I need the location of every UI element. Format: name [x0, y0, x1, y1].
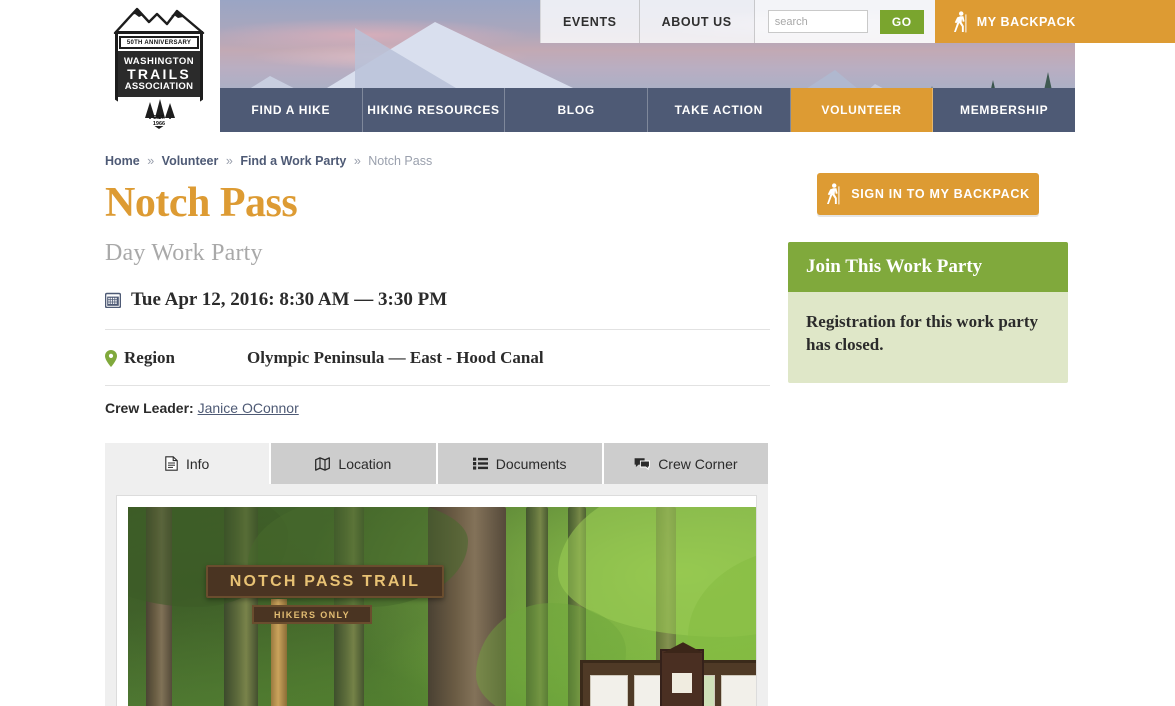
wta-logo[interactable]: 50TH ANNIVERSARY WASHINGTON TRAILS ASSOC… [105, 3, 213, 131]
search-area: GO [754, 0, 935, 43]
nav-item-take-action[interactable]: TAKE ACTION [648, 88, 791, 132]
sidebar-column: SIGN IN TO MY BACKPACK Join This Work Pa… [788, 173, 1068, 383]
nav-item-find-a-hike[interactable]: FIND A HIKE [220, 88, 363, 132]
join-card-body: Registration for this work party has clo… [788, 292, 1068, 383]
join-card-heading: Join This Work Party [788, 242, 1068, 292]
logo-established-text: EST. 1966 [152, 115, 166, 128]
map-icon [315, 456, 331, 471]
calendar-icon [105, 292, 121, 309]
logo-line-association: ASSOCIATION [124, 81, 194, 92]
search-input[interactable] [767, 10, 868, 33]
kiosk-panel [590, 675, 628, 706]
work-party-photo: NOTCH PASS TRAIL HIKERS ONLY [128, 507, 756, 706]
trail-sign-main: NOTCH PASS TRAIL [206, 565, 444, 599]
breadcrumb-separator: » [225, 154, 233, 168]
trail-register-box [660, 649, 704, 706]
region-label: Region [124, 348, 175, 368]
work-party-photo-frame: NOTCH PASS TRAIL HIKERS ONLY [116, 495, 757, 706]
comments-icon [634, 457, 651, 471]
tab-info-label: Info [185, 455, 210, 472]
top-utility-bar: EVENTS ABOUT US GO MY BACKPACK [540, 0, 1175, 43]
region-label-group: Region [105, 348, 247, 368]
breadcrumb-separator: » [353, 154, 361, 168]
nav-item-hiking-resources[interactable]: HIKING RESOURCES [362, 88, 506, 132]
tab-documents[interactable]: Documents [437, 443, 604, 485]
breadcrumb-item-home[interactable]: Home [105, 154, 140, 168]
tab-info[interactable]: Info [105, 443, 272, 485]
tab-location[interactable]: Location [271, 443, 438, 485]
logo-anniversary-text: 50TH ANNIVERSARY [119, 36, 199, 49]
tab-crew-corner-label: Crew Corner [658, 455, 738, 472]
list-icon [472, 457, 488, 470]
map-pin-icon [105, 349, 117, 367]
page-title: Notch Pass [105, 180, 298, 226]
main-navigation: FIND A HIKE HIKING RESOURCES BLOG TAKE A… [220, 88, 1076, 132]
nav-item-blog[interactable]: BLOG [505, 88, 649, 132]
top-link-about-us[interactable]: ABOUT US [639, 0, 755, 43]
nav-item-volunteer[interactable]: VOLUNTEER [790, 88, 934, 132]
event-datetime: Tue Apr 12, 2016: 8:30 AM — 3:30 PM [131, 289, 448, 311]
tab-crew-corner[interactable]: Crew Corner [603, 443, 768, 485]
tab-location-label: Location [338, 455, 392, 472]
breadcrumb-item-current: Notch Pass [368, 154, 433, 168]
logo-line-trails: TRAILS [127, 66, 191, 82]
hiker-icon [953, 10, 968, 33]
breadcrumb-item-volunteer[interactable]: Volunteer [162, 154, 219, 168]
detail-tabs: Info Location Documents Crew Corner [105, 443, 768, 485]
kiosk-panel [720, 675, 756, 706]
region-value: Olympic Peninsula — East - Hood Canal [247, 348, 544, 368]
site-header: EVENTS ABOUT US GO MY BACKPACK [0, 0, 1175, 132]
breadcrumb-item-find-a-work-party[interactable]: Find a Work Party [240, 154, 346, 168]
trail-sign-sub: HIKERS ONLY [252, 605, 372, 625]
register-paper [672, 673, 692, 694]
my-backpack-button[interactable]: MY BACKPACK [934, 0, 1175, 43]
sign-in-label: SIGN IN TO MY BACKPACK [851, 187, 1030, 201]
search-go-button[interactable]: GO [879, 9, 924, 34]
logo-line-washington: WASHINGTON [123, 55, 195, 67]
page-subtitle: Day Work Party [105, 240, 263, 267]
sign-in-to-my-backpack-button[interactable]: SIGN IN TO MY BACKPACK [817, 173, 1039, 215]
breadcrumb: Home » Volunteer » Find a Work Party » N… [105, 154, 770, 168]
logo-mountain-icon [111, 4, 207, 34]
event-datetime-row: Tue Apr 12, 2016: 8:30 AM — 3:30 PM [105, 289, 770, 331]
main-column: Home » Volunteer » Find a Work Party » N… [105, 132, 770, 706]
crew-leader-label: Crew Leader: [105, 400, 194, 417]
hiker-icon [826, 183, 841, 205]
crew-leader-link[interactable]: Janice OConnor [198, 400, 299, 416]
tab-documents-label: Documents [495, 455, 567, 472]
crew-leader-row: Crew Leader: Janice OConnor [105, 386, 770, 416]
page-content: Home » Volunteer » Find a Work Party » N… [0, 132, 1175, 706]
region-row: Region Olympic Peninsula — East - Hood C… [105, 330, 770, 387]
page-root: EVENTS ABOUT US GO MY BACKPACK [0, 0, 1175, 706]
nav-item-membership[interactable]: MEMBERSHIP [933, 88, 1076, 132]
tab-panel-info: NOTCH PASS TRAIL HIKERS ONLY [105, 484, 768, 706]
logo-wordmark: WASHINGTON TRAILS ASSOCIATION [118, 51, 200, 97]
my-backpack-label: MY BACKPACK [976, 14, 1076, 29]
file-text-icon [165, 456, 178, 471]
top-link-events[interactable]: EVENTS [540, 0, 640, 43]
breadcrumb-separator: » [147, 154, 155, 168]
join-work-party-card: Join This Work Party Registration for th… [788, 242, 1068, 383]
